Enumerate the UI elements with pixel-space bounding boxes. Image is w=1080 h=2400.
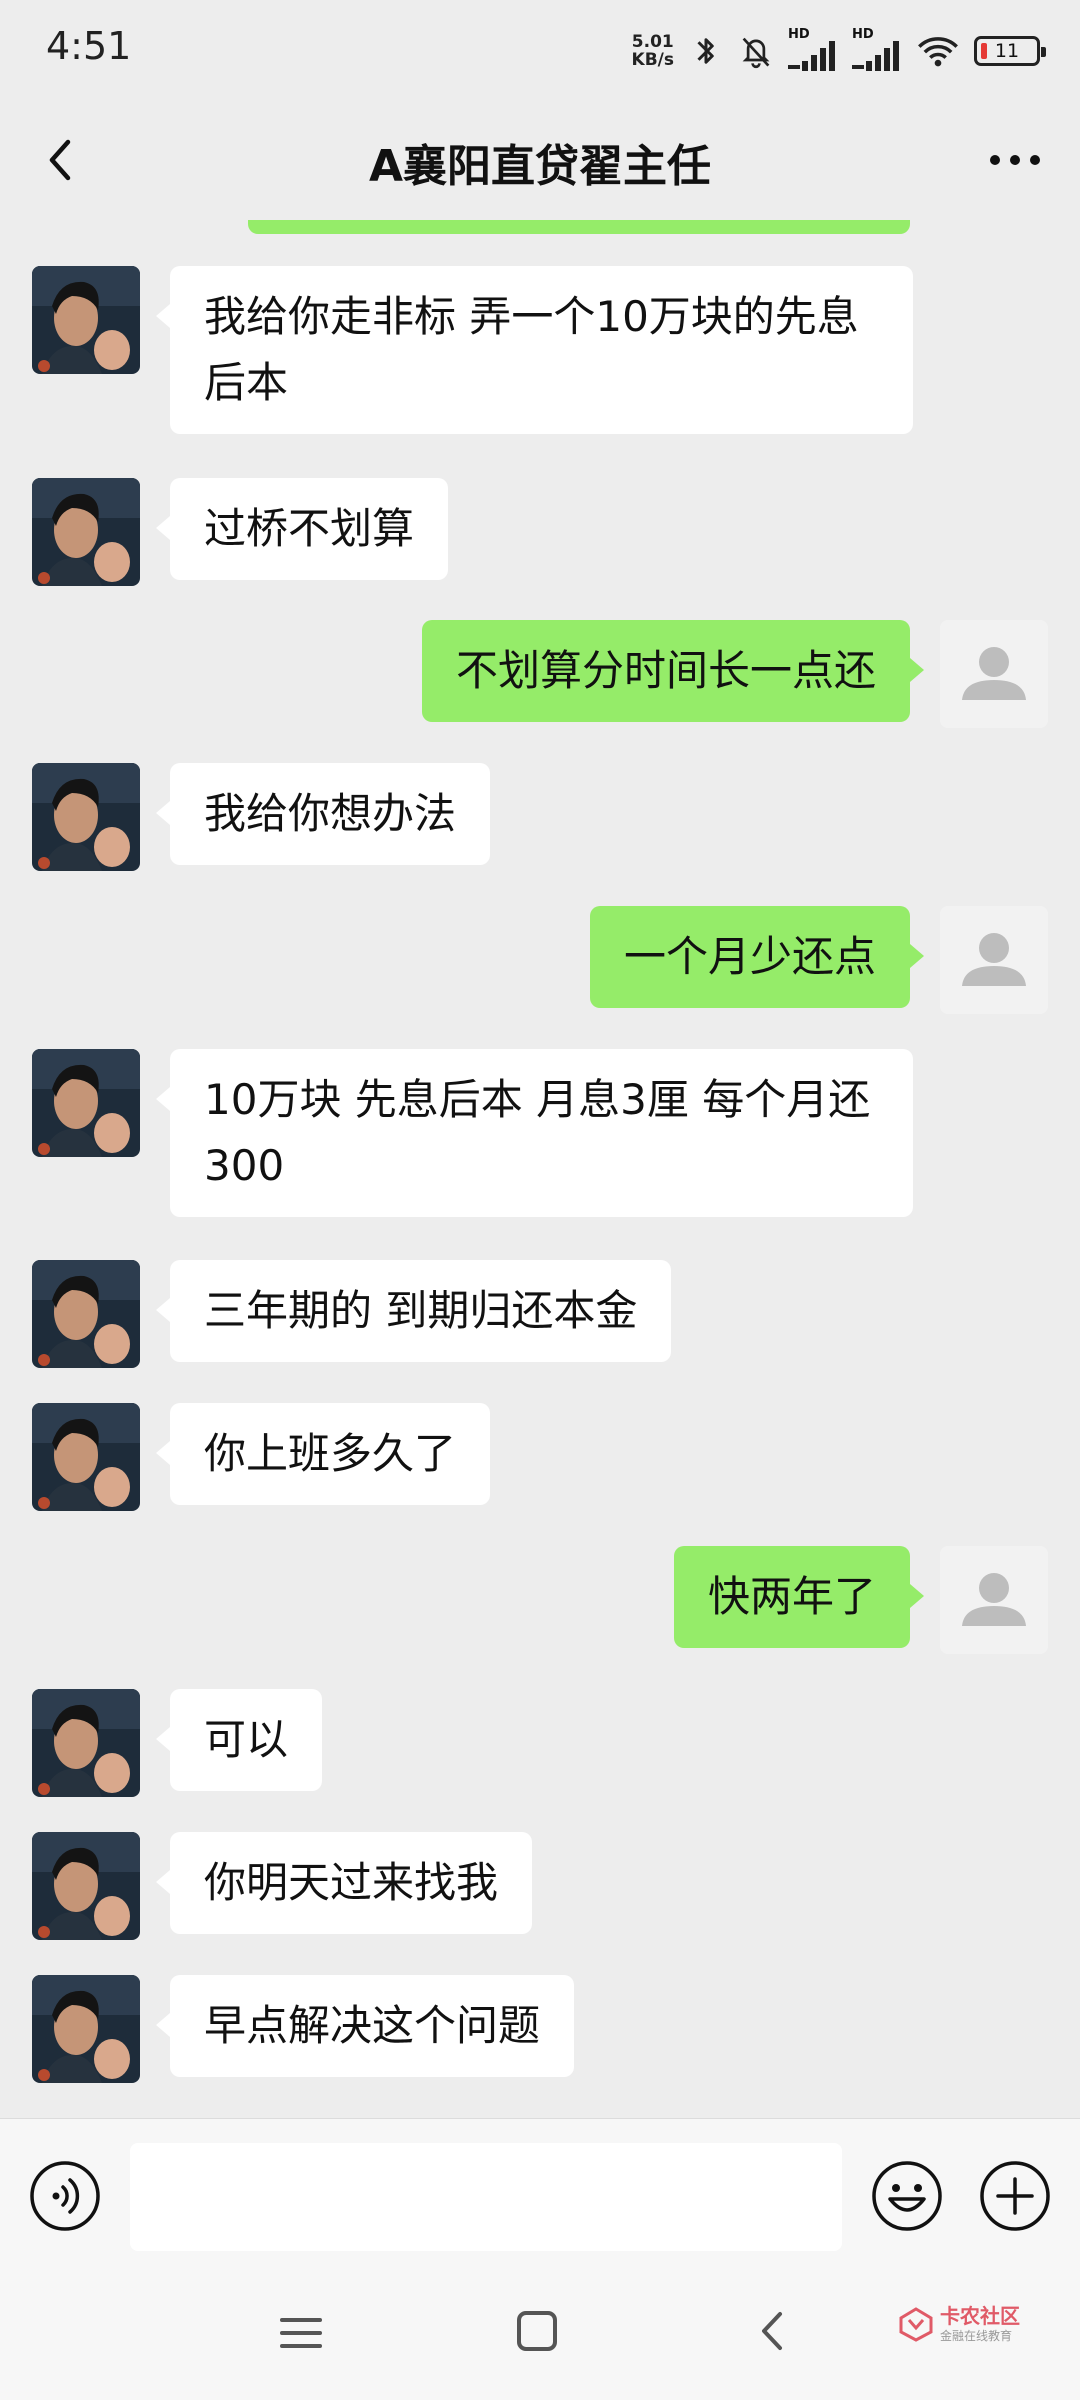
incoming-message-bubble[interactable]: 我给你想办法: [155, 763, 491, 865]
contact-avatar[interactable]: [32, 478, 140, 586]
watermark-title: 卡农社区: [940, 2304, 1020, 2328]
my-avatar[interactable]: [940, 1546, 1048, 1654]
battery-level-indicator: [981, 43, 987, 59]
message-input[interactable]: [130, 2143, 842, 2251]
contact-photo: [32, 1975, 140, 2083]
battery-icon: 11: [974, 36, 1046, 66]
bluetooth-icon: [697, 38, 714, 64]
network-speed-unit: KB/s: [631, 50, 674, 70]
contact-photo: [32, 478, 140, 586]
network-speed: 5.01 KB/s: [632, 33, 674, 69]
outgoing-message-bubble[interactable]: 快两年了: [673, 1546, 925, 1648]
status-time: 4:51: [46, 24, 132, 68]
incoming-message-bubble[interactable]: 早点解决这个问题: [155, 1975, 575, 2077]
status-icons: 5.01 KB/s HD HD 11: [632, 26, 1046, 76]
contact-photo: [32, 1049, 140, 1157]
emoji-button[interactable]: [870, 2159, 944, 2233]
contact-avatar[interactable]: [32, 1832, 140, 1940]
chat-header: A襄阳直贷翟主任: [0, 100, 1080, 220]
incoming-message-bubble[interactable]: 我给你走非标 弄一个10万块的先息后本: [156, 266, 913, 434]
recent-apps-menu-icon[interactable]: [278, 2310, 324, 2356]
voice-input-button[interactable]: [28, 2159, 102, 2233]
network-speed-value: 5.01: [631, 32, 674, 52]
more-options-button[interactable]: [980, 130, 1050, 190]
contact-avatar[interactable]: [32, 1260, 140, 1368]
outgoing-message-bubble[interactable]: 不划算分时间长一点还: [421, 620, 925, 722]
contact-photo: [32, 266, 140, 374]
contact-photo: [32, 1403, 140, 1511]
nav-back-icon[interactable]: [750, 2308, 796, 2354]
message-list[interactable]: 我给你走非标 弄一个10万块的先息后本 过桥不划算 不划算分时间长一点还 我给你…: [0, 220, 1080, 2120]
incoming-message-bubble[interactable]: 过桥不划算: [155, 478, 449, 580]
incoming-message-bubble[interactable]: 你明天过来找我: [155, 1832, 533, 1934]
more-functions-button[interactable]: [978, 2159, 1052, 2233]
status-bar: 4:51 5.01 KB/s HD HD 11: [0, 0, 1080, 100]
previous-outgoing-bubble-edge: [248, 220, 910, 234]
contact-avatar[interactable]: [32, 1403, 140, 1511]
contact-photo: [32, 1832, 140, 1940]
contact-avatar[interactable]: [32, 1975, 140, 2083]
signal-strength-2-icon: HD: [852, 27, 902, 71]
signal-strength-1-icon: HD: [788, 27, 838, 71]
wifi-icon: [918, 37, 958, 67]
chat-title: A襄阳直贷翟主任: [368, 141, 712, 192]
contact-photo: [32, 1260, 140, 1368]
system-navigation-bar: 卡农社区 金融在线教育: [0, 2278, 1080, 2400]
my-avatar[interactable]: [940, 906, 1048, 1014]
battery-level: 11: [994, 40, 1020, 62]
contact-avatar[interactable]: [32, 266, 140, 374]
mute-bell-icon: [742, 37, 770, 69]
incoming-message-bubble[interactable]: 三年期的 到期归还本金: [155, 1260, 672, 1362]
contact-avatar[interactable]: [32, 1689, 140, 1797]
contact-photo: [32, 1689, 140, 1797]
input-bar: [0, 2118, 1080, 2278]
incoming-message-bubble[interactable]: 可以: [155, 1689, 323, 1791]
incoming-message-bubble[interactable]: 你上班多久了: [155, 1403, 491, 1505]
my-avatar[interactable]: [940, 620, 1048, 728]
contact-avatar[interactable]: [32, 763, 140, 871]
kanong-logo-icon: [899, 2307, 933, 2342]
watermark-subtitle: 金融在线教育: [940, 2329, 1013, 2343]
contact-avatar[interactable]: [32, 1049, 140, 1157]
incoming-message-bubble[interactable]: 10万块 先息后本 月息3厘 每个月还300: [156, 1049, 913, 1217]
home-square-icon[interactable]: [514, 2308, 560, 2354]
outgoing-message-bubble[interactable]: 一个月少还点: [589, 906, 925, 1008]
contact-photo: [32, 763, 140, 871]
watermark: 卡农社区 金融在线教育: [898, 2304, 1020, 2344]
